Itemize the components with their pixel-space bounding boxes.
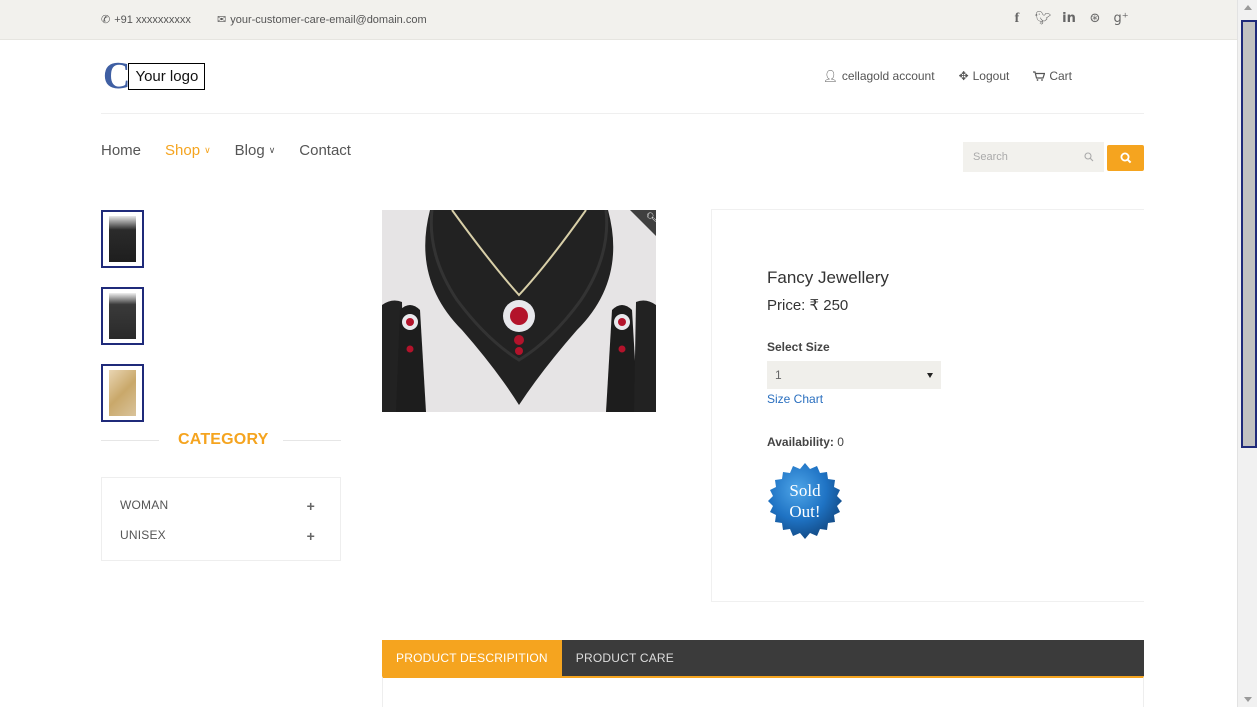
tab-content-panel (382, 676, 1144, 707)
dribbble-icon[interactable]: ⊛ (1083, 11, 1107, 27)
category-item-unisex[interactable]: UNISEX + (120, 528, 322, 544)
tab-product-description[interactable]: PRODUCT DESCRIPITION (382, 640, 562, 676)
envelope-icon: ✉ (217, 14, 227, 26)
logout-icon: ✥ (958, 69, 969, 83)
nav-item-contact[interactable]: Contact (299, 142, 351, 159)
category-label: WOMAN (120, 498, 169, 512)
header-divider (101, 113, 1144, 114)
logout-label: Logout (972, 69, 1010, 83)
search-icon (1084, 152, 1094, 162)
linkedin-icon[interactable]: in (1057, 11, 1081, 27)
scroll-down-arrow-icon[interactable] (1244, 697, 1252, 702)
search-placeholder: Search (973, 151, 1008, 163)
account-label: cellagold account (841, 69, 935, 83)
tab-product-care[interactable]: PRODUCT CARE (562, 640, 688, 676)
user-icon: 👤︎ (822, 69, 838, 83)
badge-line2: Out! (789, 502, 820, 521)
logo-mark: C (103, 55, 131, 97)
plus-icon[interactable]: + (307, 498, 315, 514)
product-thumbnail-3[interactable] (101, 364, 144, 422)
availability-value: 0 (837, 435, 844, 449)
product-thumbnail-1[interactable] (101, 210, 144, 268)
availability: Availability: 0 (767, 435, 844, 449)
phone-contact[interactable]: ✆ +91 xxxxxxxxxx (101, 13, 191, 27)
size-label: Select Size (767, 340, 830, 354)
phone-number: +91 xxxxxxxxxx (114, 13, 191, 26)
dropdown-arrow-icon (927, 372, 933, 378)
cart-link[interactable]: Cart (1033, 69, 1072, 83)
email-contact[interactable]: ✉ your-customer-care-email@domain.com (217, 13, 427, 27)
google-plus-icon[interactable]: g⁺ (1109, 11, 1133, 27)
logo-text: Your logo (128, 62, 206, 90)
heading-line-right (283, 440, 341, 441)
search-icon (1120, 152, 1131, 164)
magnifier-icon[interactable]: 🔍︎ (646, 212, 657, 223)
cart-label: Cart (1049, 69, 1072, 83)
cart-icon (1033, 71, 1046, 81)
logout-link[interactable]: ✥ Logout (959, 69, 1010, 83)
category-item-woman[interactable]: WOMAN + (120, 498, 322, 514)
badge-line1: Sold (789, 481, 821, 500)
phone-icon: ✆ (101, 14, 111, 26)
availability-label: Availability: (767, 435, 834, 449)
main-nav: Home Shop ∨ Blog ∨ Contact (101, 142, 351, 159)
nav-item-shop-label: Shop (165, 142, 201, 159)
account-link[interactable]: 👤︎ cellagold account (823, 69, 935, 83)
thumbnail-image (109, 370, 136, 416)
product-thumbnail-2[interactable] (101, 287, 144, 345)
twitter-icon[interactable]: 🐦︎ (1031, 11, 1055, 27)
facebook-icon[interactable]: f (1005, 11, 1029, 27)
category-label: UNISEX (120, 528, 166, 542)
site-logo[interactable]: C Your logo (103, 55, 206, 97)
nav-item-home[interactable]: Home (101, 142, 141, 159)
chevron-down-icon: ∨ (204, 145, 211, 155)
page-scrollbar[interactable] (1237, 0, 1257, 707)
product-tabs: PRODUCT DESCRIPITION PRODUCT CARE (382, 640, 1144, 676)
search-button[interactable] (1107, 145, 1144, 171)
nav-item-shop[interactable]: Shop ∨ (165, 142, 211, 159)
chevron-down-icon: ∨ (268, 145, 276, 155)
nav-item-blog[interactable]: Blog ∨ (235, 142, 276, 159)
category-heading: CATEGORY (101, 430, 341, 450)
search-input[interactable]: Search (963, 142, 1104, 172)
necklace-image (382, 210, 656, 412)
sold-out-badge: Sold Out! (764, 461, 846, 543)
heading-line-left (101, 440, 159, 441)
account-links: 👤︎ cellagold account ✥ Logout Cart (823, 69, 1072, 83)
thumbnail-image (109, 216, 136, 262)
scroll-up-arrow-icon[interactable] (1244, 5, 1252, 10)
top-bar: ✆ +91 xxxxxxxxxx ✉ your-customer-care-em… (0, 0, 1237, 40)
product-title: Fancy Jewellery (767, 268, 889, 287)
size-select[interactable]: 1 (767, 361, 941, 389)
sold-out-seal-icon: Sold Out! (768, 463, 842, 539)
social-links: f 🐦︎ in ⊛ g⁺ (1003, 11, 1133, 27)
plus-icon[interactable]: + (307, 528, 315, 544)
scrollbar-thumb[interactable] (1241, 20, 1257, 448)
product-price: Price: ₹ 250 (767, 297, 849, 314)
email-address: your-customer-care-email@domain.com (230, 13, 427, 26)
category-list: WOMAN + UNISEX + (101, 477, 341, 561)
size-chart-link[interactable]: Size Chart (767, 392, 823, 406)
size-select-value: 1 (775, 368, 782, 382)
thumbnail-image (109, 293, 136, 339)
product-main-image[interactable] (382, 210, 656, 412)
category-title: CATEGORY (178, 431, 269, 448)
nav-item-blog-label: Blog (234, 142, 265, 159)
